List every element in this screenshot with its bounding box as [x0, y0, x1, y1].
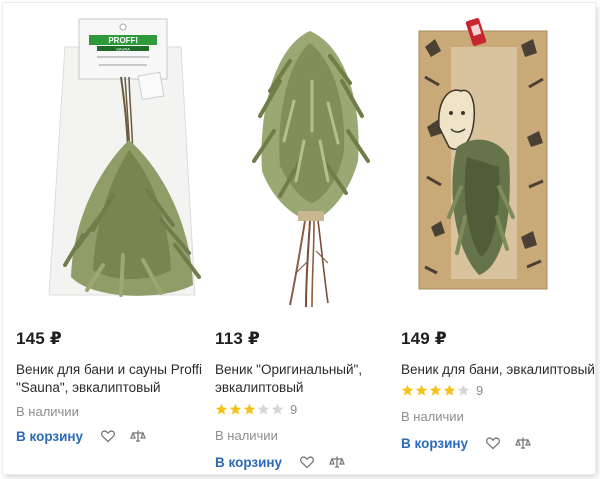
star-icon [429, 384, 442, 396]
star-icon [243, 403, 256, 415]
product-title-2[interactable]: Веник "Оригинальный", эвкалиптовый [215, 361, 395, 397]
product-title-2-line-1: Веник "Оригинальный", [215, 362, 363, 377]
product-card-3[interactable]: 149 ₽ Веник для бани, эвкалиптовый 9 В н… [397, 3, 595, 474]
product-image-2[interactable] [250, 21, 370, 311]
product-price-2: 113 ₽ [215, 329, 260, 348]
compare-icon[interactable] [329, 454, 345, 470]
heart-icon[interactable] [299, 454, 315, 470]
rating-stars-2 [215, 403, 285, 416]
heart-icon[interactable] [100, 428, 116, 444]
star-icon [443, 384, 456, 396]
stock-status-2: В наличии [215, 428, 278, 443]
product-title-1[interactable]: Веник для бани и сауны Proffi "Sauna", э… [16, 361, 206, 397]
star-icon [415, 384, 428, 396]
star-icon [229, 403, 242, 415]
package-sub: SAUNA [116, 47, 130, 52]
stock-status-3: В наличии [401, 409, 464, 424]
rating-count-2: 9 [290, 402, 298, 417]
add-to-cart-button-2[interactable]: В корзину [215, 455, 282, 470]
add-to-cart-button-1[interactable]: В корзину [16, 429, 83, 444]
product-title-2-line-2: эвкалиптовый [215, 380, 304, 395]
rating-count-3: 9 [476, 383, 484, 398]
star-icon [457, 384, 470, 396]
product-title-1-line-2: "Sauna", эвкалиптовый [16, 380, 161, 395]
product-actions-3: В корзину [401, 435, 531, 451]
compare-icon[interactable] [515, 435, 531, 451]
star-icon [271, 403, 284, 415]
rating-stars-3 [401, 384, 471, 397]
compare-icon[interactable] [130, 428, 146, 444]
product-title-1-line-1: Веник для бани и сауны Proffi [16, 362, 202, 377]
rating-2: 9 [215, 402, 297, 417]
add-to-cart-button-3[interactable]: В корзину [401, 436, 468, 451]
product-title-3-line-1: Веник для бани, эвкалиптовый [401, 362, 595, 377]
product-actions-1: В корзину [16, 428, 146, 444]
product-grid: PROFFI SAUNA 145 ₽ Веник для бани и саун… [3, 3, 595, 474]
product-image-1[interactable]: PROFFI SAUNA [43, 15, 203, 310]
stock-status-1: В наличии [16, 404, 79, 419]
eucalyptus-broom-craft-bag-image [418, 17, 548, 290]
eucalyptus-broom-image [252, 31, 370, 308]
product-card-2[interactable]: 113 ₽ Веник "Оригинальный", эвкалиптовый… [200, 3, 396, 474]
product-title-3[interactable]: Веник для бани, эвкалиптовый [401, 361, 595, 379]
star-icon [257, 403, 270, 415]
product-price-3: 149 ₽ [401, 329, 447, 348]
product-actions-2: В корзину [215, 454, 345, 470]
star-icon [401, 384, 414, 396]
heart-icon[interactable] [485, 435, 501, 451]
product-price-1: 145 ₽ [16, 329, 62, 348]
package-brand: PROFFI [108, 36, 137, 45]
product-card-1[interactable]: PROFFI SAUNA 145 ₽ Веник для бани и саун… [3, 3, 202, 474]
product-image-3[interactable] [417, 17, 549, 292]
rating-3: 9 [401, 383, 483, 398]
eucalyptus-broom-packaged-image: PROFFI SAUNA [48, 18, 201, 297]
star-icon [215, 403, 228, 415]
